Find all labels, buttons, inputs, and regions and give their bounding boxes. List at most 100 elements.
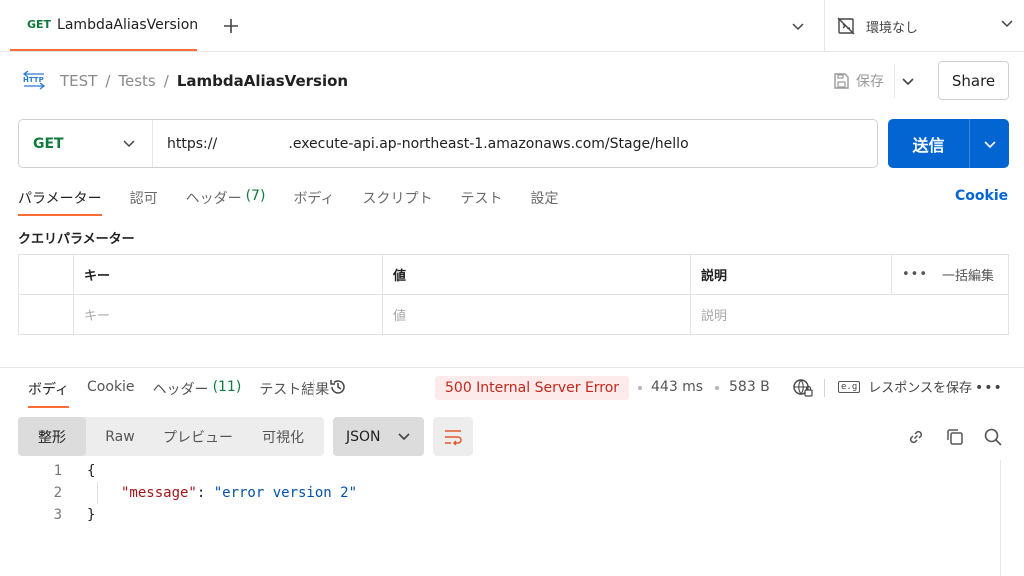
tab-label: ボディ [28,382,70,398]
tab-label: 設定 [530,191,559,207]
tab-headers[interactable]: ヘッダー (7) [186,184,266,216]
url-input[interactable]: https:// .execute-api.ap-northeast-1.ama… [153,136,689,152]
save-response-button[interactable]: e.g レスポンスを保存 [838,377,972,396]
environment-label: 環境なし [866,20,919,36]
tab-method-badge: GET [27,18,52,31]
table-header-checkbox [18,254,74,295]
save-label: 保存 [856,74,884,90]
response-body-editor[interactable]: 1 { 2 "message": "error version 2" 3 } [0,460,1000,526]
tab-label: パラメーター [18,191,102,207]
tab-list-dropdown[interactable] [788,16,808,36]
link-icon[interactable] [905,426,927,448]
tab-scripts[interactable]: スクリプト [362,184,432,216]
chevron-down-icon [902,78,914,86]
example-icon: e.g [838,380,861,393]
http-icon: HTTP [22,70,46,90]
send-options-dropdown[interactable] [969,119,1009,168]
wrap-icon [445,429,462,446]
tab-response-body[interactable]: ボディ [28,378,70,408]
tab-settings[interactable]: 設定 [530,184,558,216]
chevron-down-icon [983,140,996,148]
table-header-description: 説明 [690,254,892,295]
tab-label: スクリプト [362,191,433,207]
share-button[interactable]: Share [938,61,1009,100]
status-badge[interactable]: 500 Internal Server Error [435,376,630,400]
description-input[interactable]: 説明 [690,294,1009,335]
code-text: "message": "error version 2" [121,485,357,501]
send-button[interactable]: 送信 [888,119,969,168]
json-value: "error version 2" [213,485,358,501]
format-preview[interactable]: プレビュー [154,417,242,456]
code-line: 2 "message": "error version 2" [0,482,1000,504]
tab-response-headers[interactable]: ヘッダー (11) [153,378,242,408]
response-time[interactable]: 443 ms [651,379,703,395]
chevron-down-icon [398,433,410,441]
language-selector[interactable]: JSON [333,417,424,456]
value-input[interactable]: 値 [382,294,691,335]
scrollbar[interactable] [1000,460,1020,576]
tab-label: ボディ [293,191,335,207]
bulk-edit-link[interactable]: 一括編集 [942,265,994,284]
breadcrumb-folder[interactable]: Tests [118,72,155,90]
tab-label: Cookie [87,379,135,395]
tab-tests[interactable]: テスト [460,184,502,216]
code-text: } [87,507,96,523]
tab-lambda-alias-version[interactable]: GET LambdaAliasVersion [10,0,198,51]
save-button[interactable]: 保存 [832,64,895,98]
new-tab-button[interactable] [218,13,244,39]
format-pretty[interactable]: 整形 [18,417,86,456]
line-number: 3 [53,507,62,523]
more-icon[interactable]: ••• [975,380,1003,396]
table-header-actions: ••• 一括編集 [891,254,1009,295]
tab-test-results[interactable]: テスト結果 [259,378,329,408]
response-size[interactable]: 583 B [729,379,770,395]
cookies-link[interactable]: Cookie [955,188,1008,204]
save-options-dropdown[interactable] [895,74,921,88]
table-header-key: キー [73,254,383,295]
tab-response-cookies[interactable]: Cookie [87,378,135,408]
separator-dot [715,386,719,390]
breadcrumb-collection[interactable]: TEST [60,72,97,90]
breadcrumb-separator: / [105,72,111,90]
tab-label: テスト結果 [259,382,330,398]
tab-label: 認可 [129,191,158,207]
page-title[interactable]: LambdaAliasVersion [177,72,348,90]
tab-authorization[interactable]: 認可 [130,184,158,216]
wrap-lines-button[interactable] [433,417,473,456]
tab-count: (7) [245,188,266,204]
tab-params[interactable]: パラメーター [18,184,102,216]
history-icon[interactable] [328,377,348,397]
copy-icon[interactable] [944,426,966,448]
key-input[interactable]: キー [73,294,383,335]
table-header-row: キー 値 説明 ••• 一括編集 [18,254,1009,295]
method-label: GET [33,135,64,152]
format-raw[interactable]: Raw [86,417,154,456]
divider [313,379,314,397]
divider [0,367,1024,368]
separator-dot [638,386,642,390]
no-environment-icon [837,17,855,35]
globe-lock-icon[interactable] [792,377,814,399]
chevron-down-icon [792,23,804,31]
code-text: { [87,463,96,479]
table-row: キー 値 説明 [18,294,1009,335]
environment-selector[interactable]: 環境なし [836,10,1016,42]
breadcrumb-separator: / [163,72,169,90]
language-label: JSON [346,428,381,445]
divider [824,379,825,397]
query-params-table: キー 値 説明 ••• 一括編集 キー 値 説明 [18,254,1009,335]
tab-label: ヘッダー [152,382,209,398]
search-icon[interactable] [982,426,1004,448]
format-visualize[interactable]: 可視化 [242,417,324,456]
more-icon[interactable]: ••• [902,267,928,282]
tab-body[interactable]: ボディ [293,184,334,216]
line-number: 1 [53,463,62,479]
send-group: 送信 [888,119,1009,168]
json-key: "message" [121,485,197,501]
table-header-value: 値 [382,254,691,295]
save-group: 保存 [832,64,924,98]
indent-guide [97,482,98,504]
code-line: 3 } [0,504,1000,526]
method-selector[interactable]: GET [19,120,153,167]
request-tabs: パラメーター 認可 ヘッダー (7) ボディ スクリプト テスト 設定 [18,184,586,216]
